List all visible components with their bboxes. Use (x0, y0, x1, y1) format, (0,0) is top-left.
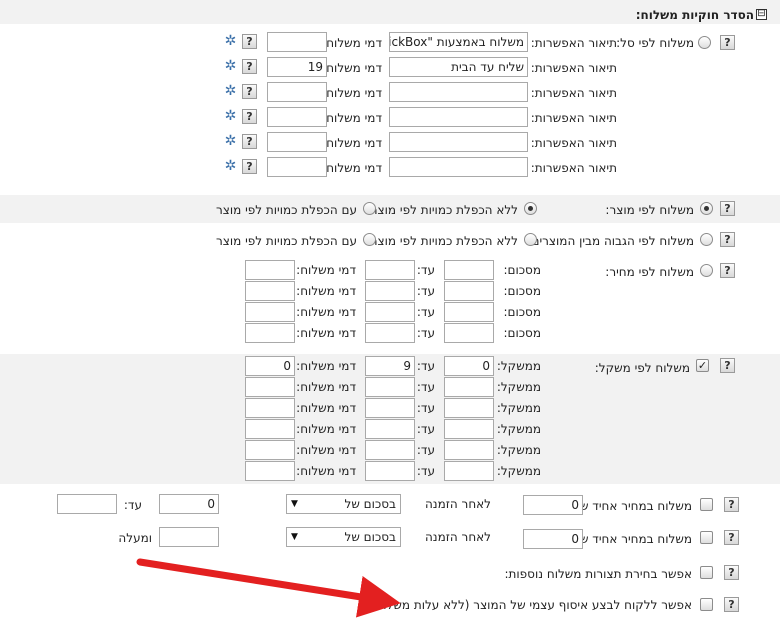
annotation-arrow (136, 558, 401, 618)
